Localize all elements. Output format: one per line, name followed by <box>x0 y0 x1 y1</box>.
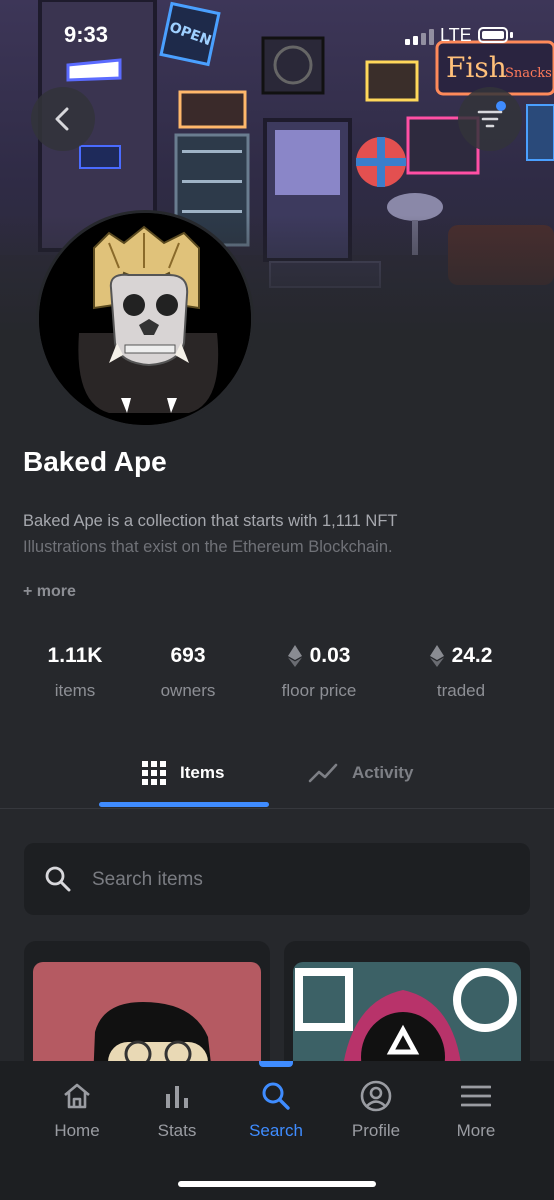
nav-home[interactable]: Home <box>27 1077 127 1141</box>
stat-floor-price-value: 0.03 <box>309 644 351 667</box>
collection-description: Baked Ape is a collection that starts wi… <box>23 508 523 560</box>
nft-card[interactable] <box>24 941 270 1071</box>
nav-profile[interactable]: Profile <box>326 1077 426 1141</box>
collection-avatar <box>36 210 254 428</box>
nav-more-label: More <box>456 1121 496 1140</box>
nav-stats[interactable]: Stats <box>127 1077 227 1141</box>
search-input[interactable] <box>90 843 514 917</box>
nav-profile-label: Profile <box>351 1121 401 1140</box>
tab-activity-label: Activity <box>352 763 414 782</box>
nft-card-image <box>33 962 261 1071</box>
stat-floor-price: 0.03 floor price <box>264 642 374 701</box>
ethereum-icon <box>429 645 444 667</box>
stat-traded-label: traded <box>436 681 486 700</box>
stat-items-label: items <box>54 681 96 700</box>
tab-active-indicator <box>99 802 269 807</box>
stat-floor-price-label: floor price <box>281 681 357 700</box>
chevron-left-icon <box>55 107 69 131</box>
nav-stats-label: Stats <box>157 1121 197 1140</box>
collection-title: Baked Ape <box>23 446 167 477</box>
stats-icon <box>166 1086 188 1108</box>
grid-icon <box>142 761 166 785</box>
collection-tabs: Items Activity <box>0 740 554 809</box>
nav-more[interactable]: More <box>426 1077 526 1141</box>
stat-items: 1.11K items <box>24 642 126 701</box>
nav-search-label: Search <box>249 1121 303 1140</box>
nft-card-image <box>293 962 521 1071</box>
nav-search[interactable]: Search <box>226 1077 326 1141</box>
back-button[interactable] <box>31 87 95 151</box>
menu-icon <box>461 1085 491 1107</box>
tab-items[interactable]: Items <box>142 740 224 806</box>
baked-ape-skull-image <box>39 213 251 425</box>
stat-items-value: 1.11K <box>47 644 103 667</box>
stat-owners-label: owners <box>160 681 216 700</box>
home-indicator <box>178 1181 376 1187</box>
status-time: 9:33 <box>64 22 109 47</box>
more-link[interactable]: + more <box>23 583 76 601</box>
tab-activity[interactable]: Activity <box>308 740 413 806</box>
nft-card[interactable] <box>284 941 530 1071</box>
status-bar: 9:33 LTE <box>0 0 554 70</box>
profile-icon <box>360 1080 392 1112</box>
activity-chart-icon <box>308 763 338 783</box>
nav-home-label: Home <box>54 1121 100 1140</box>
filter-icon <box>477 110 503 128</box>
search-icon <box>262 1082 290 1110</box>
tab-items-label: Items <box>180 763 225 782</box>
notification-dot <box>496 101 506 111</box>
search-icon <box>45 866 71 892</box>
search-bar <box>24 843 530 917</box>
description-line-1: Baked Ape is a collection that starts wi… <box>23 512 398 530</box>
ethereum-icon <box>287 645 302 667</box>
description-line-2: Illustrations that exist on the Ethereum… <box>23 538 393 556</box>
signal-icon <box>405 29 435 45</box>
filter-button[interactable] <box>458 87 522 151</box>
stat-owners-value: 693 <box>170 644 206 667</box>
home-icon <box>64 1083 90 1109</box>
stat-traded: 24.2 traded <box>410 642 512 701</box>
stat-owners: 693 owners <box>138 642 238 701</box>
stat-traded-value: 24.2 <box>451 644 493 667</box>
network-label: LTE <box>440 25 472 45</box>
battery-icon <box>478 27 508 43</box>
nav-active-indicator <box>259 1061 293 1067</box>
